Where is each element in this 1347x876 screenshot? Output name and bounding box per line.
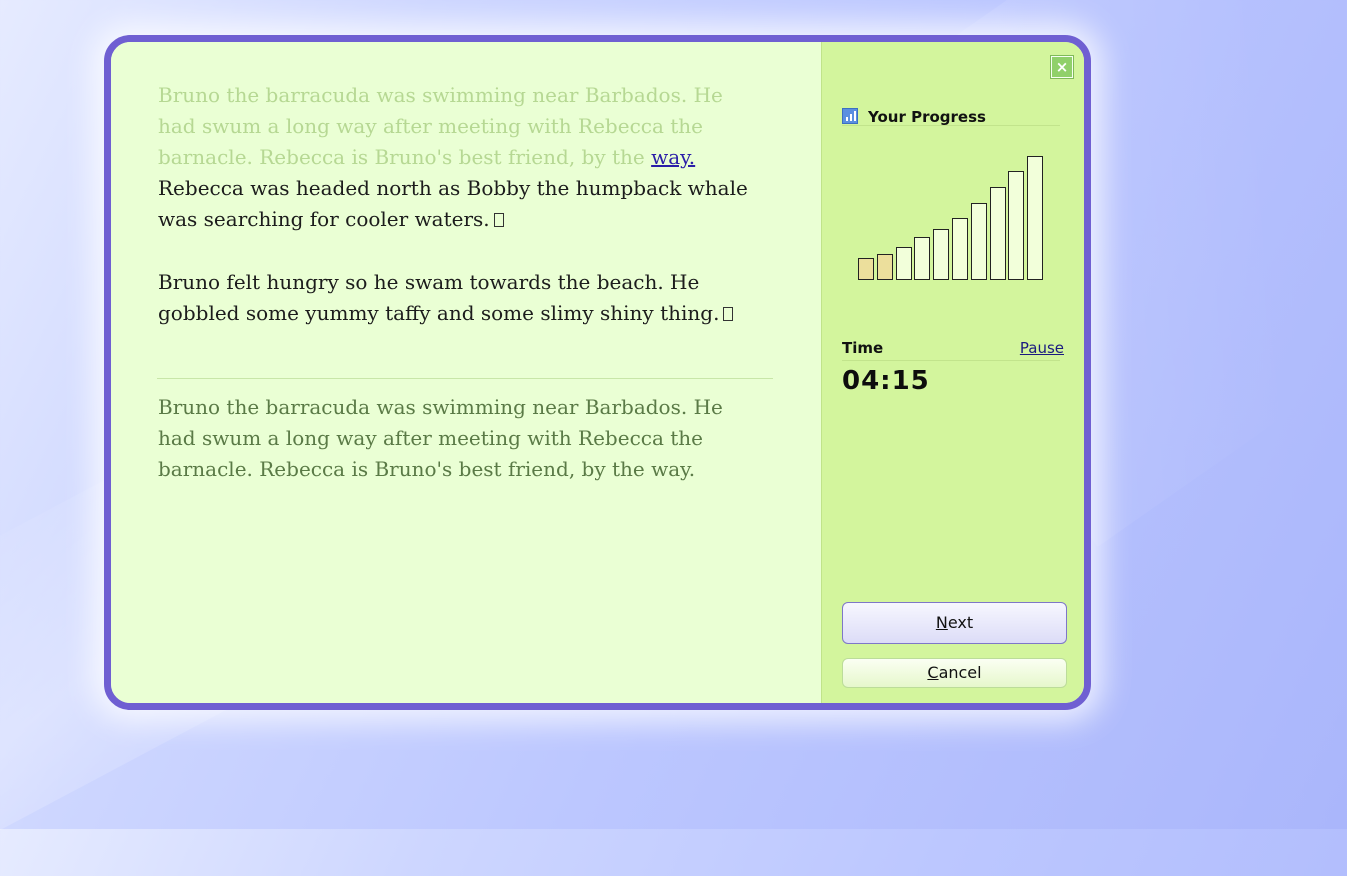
progress-bar bbox=[858, 258, 874, 280]
progress-bar bbox=[914, 237, 931, 280]
active-text: Bruno felt hungry so he swam towards the… bbox=[158, 270, 720, 325]
progress-bar bbox=[895, 247, 912, 280]
progress-title: Your Progress bbox=[868, 108, 986, 126]
progress-bar bbox=[1027, 156, 1044, 280]
timer-value: 04:15 bbox=[842, 366, 930, 396]
sidebar: × Your Progress Time Pause 04:15 Next Ca… bbox=[821, 42, 1084, 703]
progress-header: Your Progress bbox=[842, 101, 1060, 126]
source-text: Bruno the barracuda was swimming near Ba… bbox=[158, 395, 723, 481]
active-text: Rebecca was headed north as Bobby the hu… bbox=[158, 176, 748, 231]
progress-bar bbox=[933, 229, 950, 280]
progress-bar bbox=[1008, 171, 1025, 280]
text-cursor-icon bbox=[493, 213, 504, 227]
active-sentence: Rebecca was headed north as Bobby the hu… bbox=[158, 173, 758, 235]
passage-panel: Bruno the barracuda was swimming near Ba… bbox=[111, 42, 821, 703]
progress-bar bbox=[876, 254, 893, 280]
progress-bar bbox=[989, 187, 1006, 280]
faded-text: Bruno the barracuda was swimming near Ba… bbox=[158, 83, 723, 169]
divider bbox=[157, 378, 773, 379]
close-icon[interactable]: × bbox=[1050, 55, 1074, 79]
bar-chart-icon bbox=[842, 108, 858, 124]
progress-bar bbox=[952, 218, 968, 280]
divider bbox=[842, 360, 1060, 361]
current-word-link[interactable]: way. bbox=[651, 145, 695, 169]
progress-chart bbox=[858, 152, 1048, 280]
pause-link[interactable]: Pause bbox=[1020, 339, 1064, 357]
active-sentence: Bruno felt hungry so he swam towards the… bbox=[158, 267, 758, 329]
reading-dialog: Bruno the barracuda was swimming near Ba… bbox=[104, 35, 1091, 710]
text-cursor-icon bbox=[723, 307, 734, 321]
progress-bar bbox=[970, 203, 987, 280]
time-label: Time bbox=[842, 339, 884, 357]
completed-passage-text: Bruno the barracuda was swimming near Ba… bbox=[158, 80, 758, 173]
next-button[interactable]: Next bbox=[842, 602, 1067, 644]
cancel-button[interactable]: Cancel bbox=[842, 658, 1067, 688]
